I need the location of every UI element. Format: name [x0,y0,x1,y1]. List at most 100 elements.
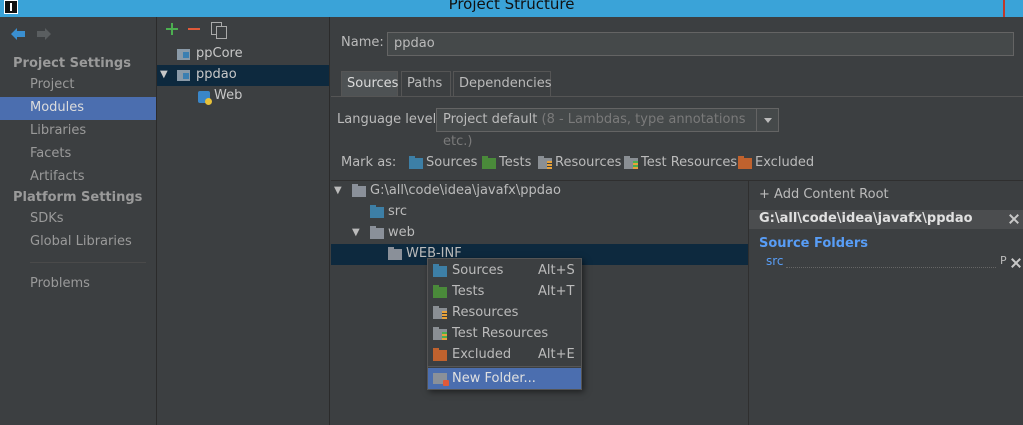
project-settings-heading: Project Settings [13,56,131,71]
tests-folder-icon [433,285,447,298]
module-name-input[interactable]: ppdao [387,32,1014,56]
expand-triangle-icon[interactable]: ▼ [160,65,168,85]
facet-label: Web [214,88,243,103]
expand-triangle-icon[interactable]: ▼ [352,223,360,243]
expand-triangle-icon[interactable]: ▼ [334,181,342,201]
modules-panel: ppCore ▼ ppdao Web [157,17,330,425]
nav-item-problems[interactable]: Problems [0,273,156,296]
folder-icon [370,226,384,239]
source-folders-heading: Source Folders [759,236,869,251]
window-close-button[interactable] [1003,0,1023,17]
add-module-icon[interactable] [165,22,179,36]
window-title: Project Structure [448,0,575,13]
content-roots-panel: + Add Content Root G:\all\code\idea\java… [748,180,1023,425]
mark-excluded-button[interactable]: Excluded [738,154,814,172]
module-label: ppdao [196,67,237,82]
language-level-label: Language level: [337,112,441,127]
close-icon[interactable] [1009,214,1019,224]
menu-item-label: Tests [452,284,485,299]
module-icon [177,49,190,60]
forward-arrow-icon[interactable] [36,27,52,41]
name-label: Name: [341,35,384,50]
copy-module-icon[interactable] [211,22,227,39]
tree-web-label: web [388,225,415,240]
dotted-leader [786,267,996,268]
tabs-underline [331,96,1023,97]
menu-item-label: Resources [452,305,519,320]
menu-item-tests[interactable]: Tests Alt+T [428,281,581,302]
menu-item-shortcut: Alt+S [538,263,575,278]
new-folder-icon [433,373,449,386]
web-facet-icon [198,91,212,105]
add-content-root-button[interactable]: + Add Content Root [759,187,889,202]
tab-dependencies[interactable]: Dependencies [453,71,552,96]
resources-folder-icon [433,306,447,319]
mark-tests-label: Tests [499,155,532,170]
add-content-root-label: Add Content Root [774,187,889,202]
mark-sources-label: Sources [426,155,478,170]
mark-as-label: Mark as: [341,155,397,170]
chevron-down-icon[interactable] [756,109,778,131]
source-folder-entry[interactable]: src [766,254,784,268]
nav-item-facets[interactable]: Facets [0,143,156,166]
settings-nav: Project Settings Project Modules Librari… [0,17,157,425]
excluded-folder-icon [433,348,447,361]
nav-item-artifacts[interactable]: Artifacts [0,166,156,189]
nav-item-libraries[interactable]: Libraries [0,120,156,143]
mark-test-resources-label: Test Resources [641,155,738,170]
menu-item-excluded[interactable]: Excluded Alt+E [428,344,581,365]
mark-tests-button[interactable]: Tests [482,154,531,172]
tab-sources[interactable]: Sources [341,71,398,96]
menu-item-label: Test Resources [452,326,549,341]
mark-excluded-label: Excluded [755,155,815,170]
module-item-ppdao[interactable]: ▼ ppdao [157,65,329,86]
excluded-folder-icon [738,156,752,169]
tree-row-web[interactable]: ▼ web [331,223,748,244]
language-level-value: Project default [443,112,538,127]
nav-item-sdks[interactable]: SDKs [0,208,156,231]
module-item-ppcore[interactable]: ppCore [157,44,329,65]
close-icon[interactable] [1011,258,1021,268]
nav-item-global-libraries[interactable]: Global Libraries [0,231,156,254]
window-title-bar: Project Structure [0,0,1023,17]
menu-item-label: Excluded [452,347,512,362]
plus-icon: + [759,187,770,202]
content-root-header: G:\all\code\idea\javafx\ppdao [749,210,1023,229]
tree-src-label: src [388,204,407,219]
test-resources-folder-icon [624,156,638,169]
menu-item-shortcut: Alt+T [538,284,575,299]
menu-item-new-folder[interactable]: New Folder... [428,368,581,389]
tab-paths[interactable]: Paths [401,71,451,96]
menu-item-sources[interactable]: Sources Alt+S [428,260,581,281]
resources-folder-icon [538,156,552,169]
menu-separator [428,366,581,367]
test-resources-folder-icon [433,327,447,340]
menu-item-label: Sources [452,263,504,278]
nav-divider [30,262,146,263]
tree-row-root[interactable]: ▼ G:\all\code\idea\javafx\ppdao [331,181,748,202]
mark-test-resources-button[interactable]: Test Resources [624,154,737,172]
sources-folder-icon [433,264,447,277]
mark-resources-label: Resources [555,155,622,170]
tree-root-label: G:\all\code\idea\javafx\ppdao [370,183,561,198]
package-prefix-button[interactable]: P [1000,254,1007,267]
content-root-path: G:\all\code\idea\javafx\ppdao [759,211,973,226]
remove-module-icon[interactable] [187,22,201,36]
menu-item-resources[interactable]: Resources [428,302,581,323]
menu-item-test-resources[interactable]: Test Resources [428,323,581,344]
platform-settings-heading: Platform Settings [13,190,143,205]
folder-icon [388,247,402,260]
folder-icon [352,184,366,197]
module-label: ppCore [196,46,243,61]
back-arrow-icon[interactable] [10,27,26,41]
nav-item-project[interactable]: Project [0,74,156,97]
sources-folder-icon [370,205,384,218]
module-icon [177,70,190,81]
nav-item-modules[interactable]: Modules [0,97,156,120]
mark-sources-button[interactable]: Sources [409,154,477,172]
language-level-select[interactable]: Project default (8 - Lambdas, type annot… [436,108,779,149]
tree-row-src[interactable]: src [331,202,748,223]
mark-as-context-menu: Sources Alt+S Tests Alt+T Resources Test… [427,258,582,390]
mark-resources-button[interactable]: Resources [538,154,621,172]
facet-item-web[interactable]: Web [157,86,329,107]
